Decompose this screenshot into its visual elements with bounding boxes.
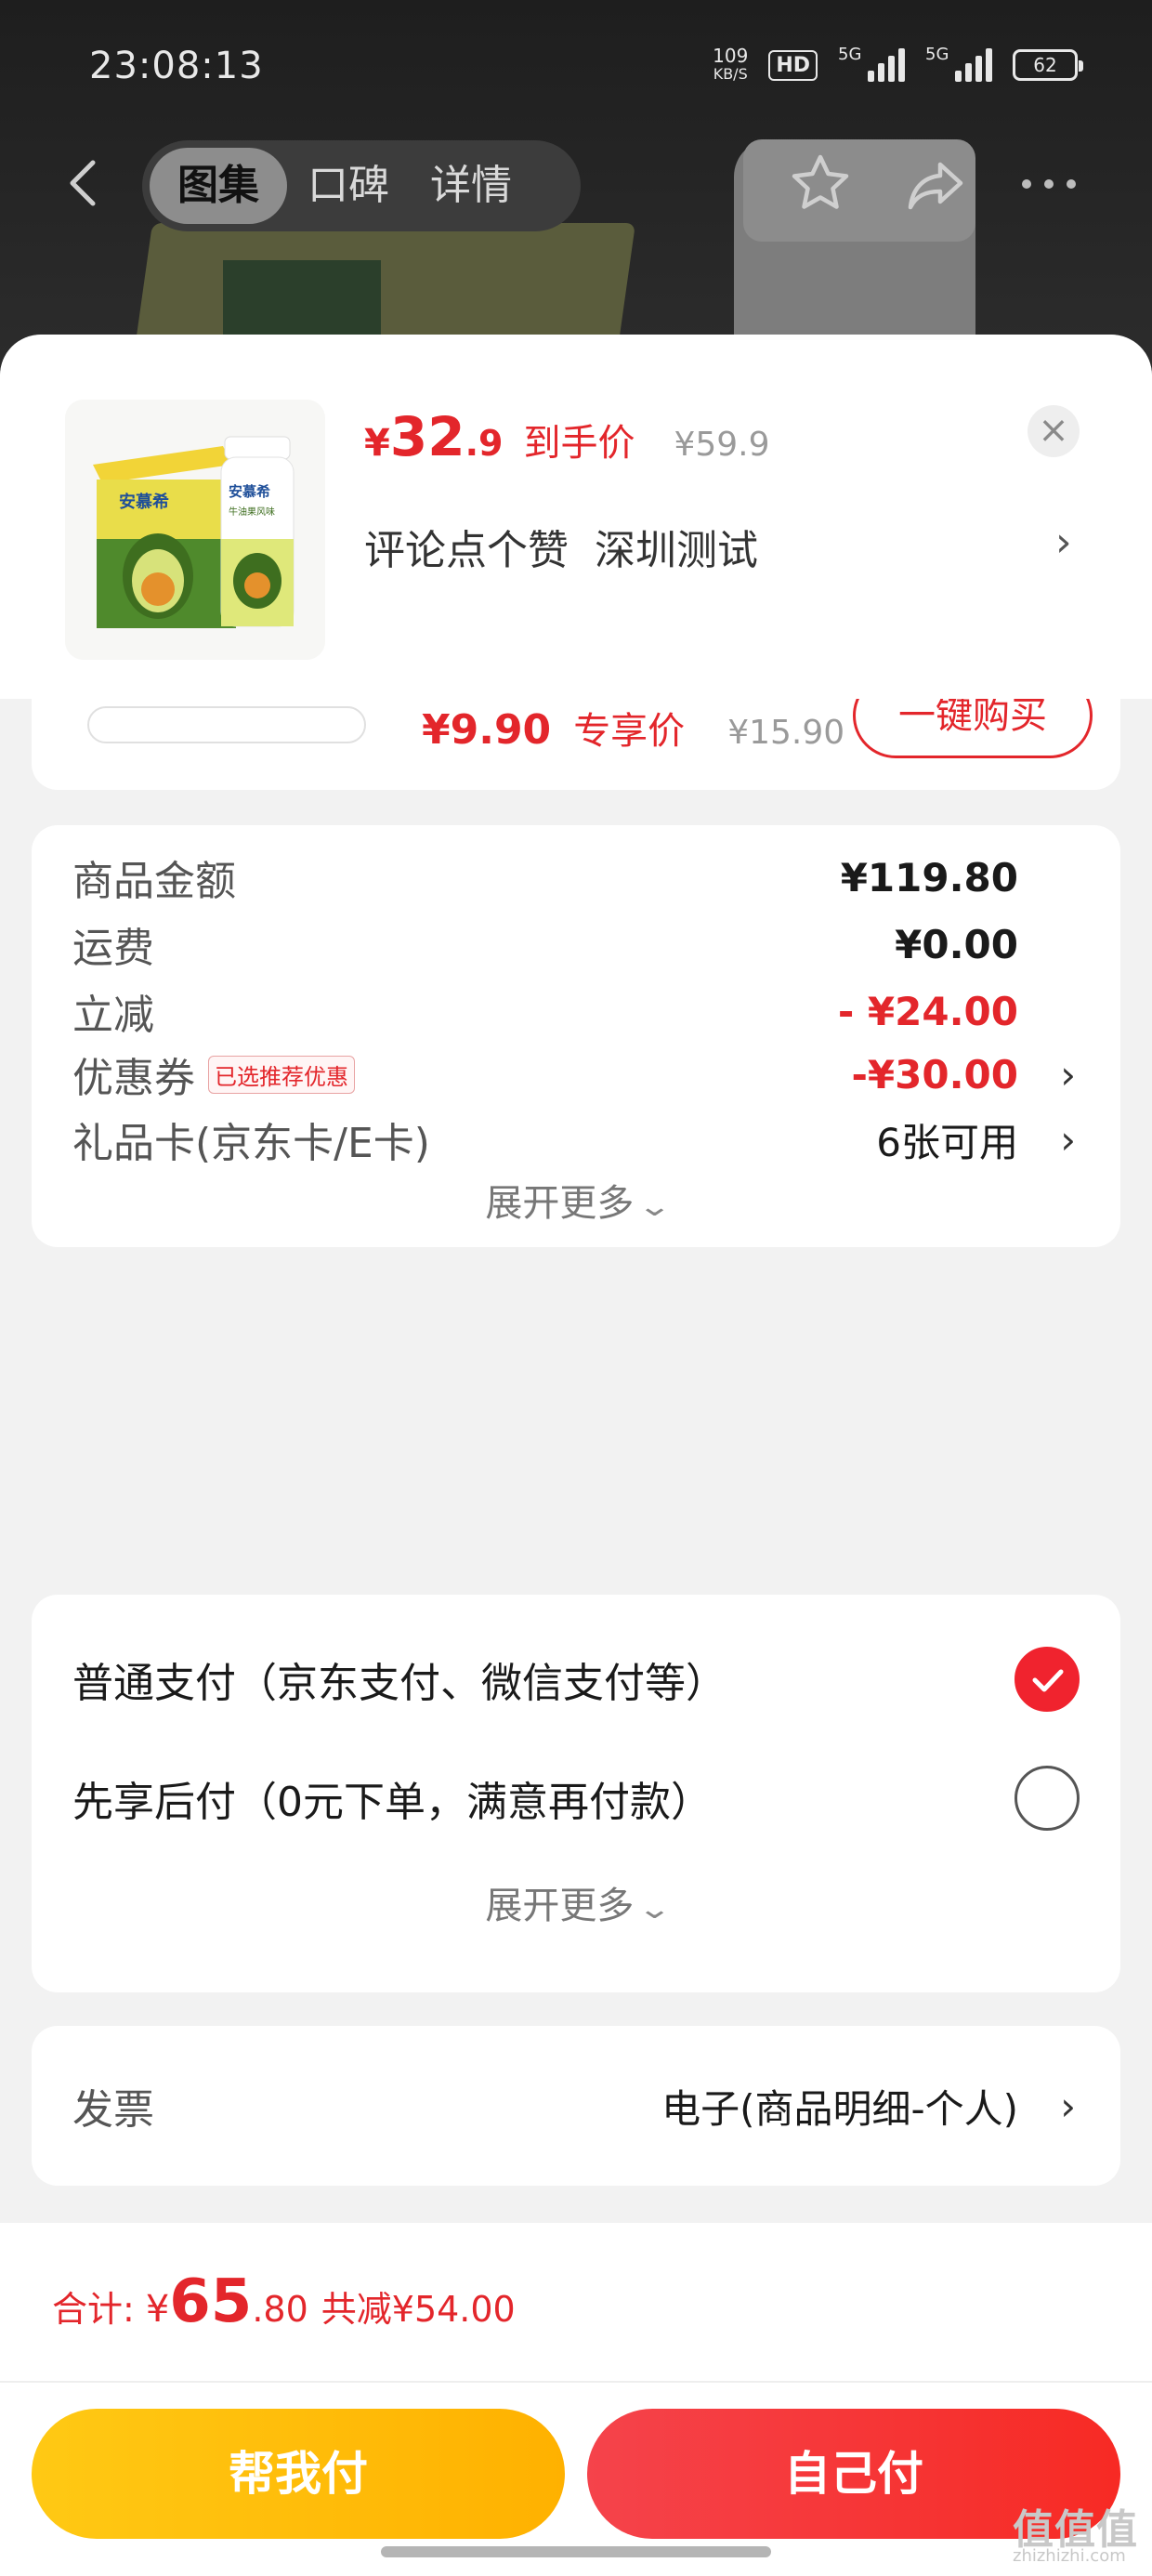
network-speed-unit: KB/S — [713, 65, 748, 83]
price-tag: 到手价 — [523, 422, 635, 465]
row-label: 运费 — [72, 925, 154, 972]
total-savings: 共减¥54.00 — [321, 2289, 516, 2330]
share-icon[interactable] — [903, 153, 968, 218]
payment-option-pay-later[interactable]: 先享后付（0元下单，满意再付款） — [72, 1766, 1080, 1831]
comment-prompt: 评论点个赞 — [364, 527, 569, 574]
sheet-header: 安慕希 安慕希 牛油果风味 ¥ 32 .9 到手价 ¥59.9 评论点个赞 深圳测… — [0, 335, 1152, 699]
watermark-url: zhizhizhi.com — [1013, 2546, 1126, 2566]
original-price: ¥59.9 — [674, 426, 770, 464]
status-bar: 23:08:13 109 KB/S HD 5G 5G 62 — [0, 0, 1152, 130]
row-value: - ¥24.00 — [837, 988, 1018, 1034]
invoice-label: 发票 — [72, 2086, 154, 2134]
product-image: 安慕希 安慕希 牛油果风味 — [65, 400, 325, 660]
favorite-star-icon[interactable] — [788, 151, 853, 217]
product-thumbnail: 安慕希 安慕希 牛油果风味 — [65, 400, 325, 660]
hidden-item-original-price: ¥15.90 — [727, 714, 845, 752]
row-gift-card[interactable]: 礼品卡(京东卡/E卡) 6张可用 › — [72, 1111, 1080, 1168]
status-time: 23:08:13 — [89, 45, 264, 87]
chevron-right-icon: › — [1060, 2083, 1076, 2129]
row-coupon[interactable]: 优惠券 已选推荐优惠 -¥30.00 › — [72, 1046, 1080, 1103]
invoice-value: 电子(商品明细-个人) — [661, 2085, 1018, 2132]
signal-2-label: 5G — [925, 45, 949, 64]
signal-1-label: 5G — [838, 45, 862, 64]
row-value: 6张可用 — [876, 1119, 1018, 1165]
coupon-badge: 已选推荐优惠 — [208, 1055, 355, 1094]
payment-option-label: 普通支付（京东支付、微信支付等） — [72, 1660, 727, 1707]
chevron-down-icon: ⌄ — [637, 1893, 673, 1925]
row-label: 立减 — [72, 992, 154, 1039]
price-decimal: .9 — [465, 423, 504, 464]
total-label: 合计: — [52, 2289, 135, 2330]
amount-summary-card: 商品金额 ¥119.80 运费 ¥0.00 立减 - ¥24.00 优惠券 已选… — [32, 825, 1120, 1247]
network-speed: 109 KB/S — [713, 46, 748, 84]
payment-option-label: 先享后付（0元下单，满意再付款） — [72, 1779, 712, 1826]
total-integer: 65 — [169, 2267, 253, 2336]
price-integer: 32 — [389, 405, 465, 468]
chevron-right-icon: › — [1060, 1116, 1076, 1163]
row-label: 商品金额 — [72, 858, 236, 905]
total-line: 合计: ¥ 65 .80 共减¥54.00 — [52, 2267, 516, 2336]
close-button[interactable]: × — [1028, 405, 1080, 457]
hidden-item-pill — [87, 706, 366, 743]
expand-label: 展开更多 — [485, 1182, 635, 1225]
row-value: ¥0.00 — [895, 921, 1018, 967]
tab-reviews[interactable]: 口碑 — [287, 148, 410, 224]
checkout-footer: 合计: ¥ 65 .80 共减¥54.00 帮我付 自己付 — [0, 2223, 1152, 2576]
chevron-down-icon: ⌄ — [637, 1190, 673, 1223]
hidden-item-tag: 专享价 — [573, 710, 686, 753]
footer-divider — [0, 2381, 1152, 2383]
help-me-pay-button[interactable]: 帮我付 — [32, 2409, 565, 2539]
product-image-brand: 安慕希 — [119, 492, 169, 512]
row-label: 礼品卡(京东卡/E卡) — [72, 1120, 430, 1167]
payment-option-standard[interactable]: 普通支付（京东支付、微信支付等） — [72, 1647, 1080, 1712]
expand-more-amounts[interactable]: 展开更多 ⌄ — [32, 1173, 1120, 1227]
expand-more-payment[interactable]: 展开更多 ⌄ — [32, 1875, 1120, 1929]
comment-location: 深圳测试 — [595, 527, 758, 574]
chevron-right-icon[interactable]: › — [1055, 519, 1072, 566]
row-value: -¥30.00 — [851, 1051, 1018, 1097]
total-currency: ¥ — [145, 2288, 170, 2331]
hidden-item-price: ¥9.90 — [422, 706, 552, 754]
expand-label: 展开更多 — [485, 1885, 635, 1927]
invoice-card[interactable]: 发票 电子(商品明细-个人) › — [32, 2026, 1120, 2186]
row-invoice[interactable]: 发票 电子(商品明细-个人) › — [72, 2078, 1080, 2135]
nav-tab-group: 图集 口碑 详情 — [142, 140, 581, 231]
price-currency: ¥ — [364, 422, 390, 465]
status-icons: 109 KB/S HD 5G 5G 62 — [713, 45, 1083, 84]
radio-unchecked-icon[interactable] — [1015, 1766, 1080, 1831]
signal-icon-2: 5G — [925, 45, 992, 82]
row-instant-discount: 立减 - ¥24.00 — [72, 983, 1080, 1040]
battery-icon: 62 — [1013, 49, 1083, 81]
product-image-brand-2: 安慕希 — [229, 483, 270, 500]
background-product-box-label — [223, 260, 381, 335]
hd-voice-icon: HD — [768, 49, 818, 81]
row-goods-amount: 商品金额 ¥119.80 — [72, 849, 1080, 906]
row-shipping: 运费 ¥0.00 — [72, 916, 1080, 973]
hidden-item-price-row: ¥9.90 专享价 ¥15.90 — [422, 701, 844, 755]
back-arrow-icon[interactable] — [58, 155, 113, 211]
home-indicator[interactable] — [381, 2546, 771, 2557]
signal-icon-1: 5G — [838, 45, 905, 82]
total-decimal: .80 — [252, 2289, 308, 2330]
payment-method-card: 普通支付（京东支付、微信支付等） 先享后付（0元下单，满意再付款） 展开更多 ⌄ — [32, 1595, 1120, 1992]
chevron-right-icon: › — [1060, 1051, 1076, 1097]
tab-details[interactable]: 详情 — [410, 148, 532, 224]
product-price-line: ¥ 32 .9 到手价 ¥59.9 — [364, 405, 770, 468]
radio-checked-icon[interactable] — [1015, 1647, 1080, 1712]
comment-line[interactable]: 评论点个赞 深圳测试 — [364, 517, 758, 576]
row-label: 优惠券 — [72, 1055, 195, 1102]
row-value: ¥119.80 — [840, 854, 1018, 900]
more-options-icon[interactable] — [1022, 179, 1087, 194]
network-speed-value: 109 — [713, 45, 749, 67]
top-nav: 图集 口碑 详情 — [0, 135, 1152, 237]
product-image-subtitle: 牛油果风味 — [229, 506, 275, 518]
tab-gallery[interactable]: 图集 — [150, 148, 287, 224]
checkout-sheet: 安慕希 安慕希 牛油果风味 ¥ 32 .9 到手价 ¥59.9 评论点个赞 深圳测… — [0, 335, 1152, 2576]
